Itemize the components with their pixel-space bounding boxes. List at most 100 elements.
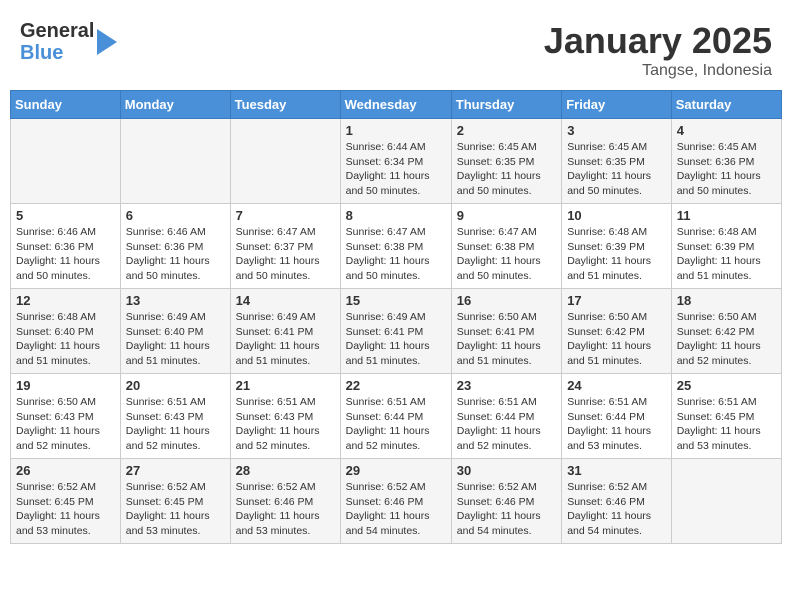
day-number: 27 xyxy=(126,463,225,478)
day-info: Sunrise: 6:47 AMSunset: 6:38 PMDaylight:… xyxy=(346,225,446,284)
day-number: 7 xyxy=(236,208,335,223)
calendar-day-cell: 15 Sunrise: 6:49 AMSunset: 6:41 PMDayligh… xyxy=(340,289,451,374)
day-of-week-header: Sunday xyxy=(11,91,121,119)
location-title: Tangse, Indonesia xyxy=(544,62,772,80)
day-info: Sunrise: 6:52 AMSunset: 6:45 PMDaylight:… xyxy=(126,480,225,539)
calendar-day-cell: 23 Sunrise: 6:51 AMSunset: 6:44 PMDayligh… xyxy=(451,374,561,459)
day-number: 1 xyxy=(346,123,446,138)
calendar-day-cell: 16Sunrise: 6:50 AMSunset: 6:41 PMDayligh… xyxy=(451,289,561,374)
calendar-header-row: SundayMondayTuesdayWednesdayThursdayFrid… xyxy=(11,91,782,119)
day-info: Sunrise: 6:51 AMSunset: 6:44 PMDaylight:… xyxy=(457,395,556,454)
day-number: 23 xyxy=(457,378,556,393)
day-number: 29 xyxy=(346,463,446,478)
day-number: 5 xyxy=(16,208,115,223)
day-info: Sunrise: 6:44 AMSunset: 6:34 PMDaylight:… xyxy=(346,140,446,199)
day-info: Sunrise: 6:49 AMSunset: 6:41 PMDaylight:… xyxy=(346,310,446,369)
day-info: Sunrise: 6:50 AMSunset: 6:41 PMDaylight:… xyxy=(457,310,556,369)
logo-arrow-icon xyxy=(97,29,117,55)
calendar-day-cell: 28Sunrise: 6:52 AMSunset: 6:46 PMDayligh… xyxy=(230,459,340,544)
calendar-day-cell: 6Sunrise: 6:46 AMSunset: 6:36 PMDaylight… xyxy=(120,204,230,289)
day-info: Sunrise: 6:48 AMSunset: 6:39 PMDaylight:… xyxy=(677,225,776,284)
day-info: Sunrise: 6:45 AMSunset: 6:35 PMDaylight:… xyxy=(457,140,556,199)
calendar-day-cell: 22Sunrise: 6:51 AMSunset: 6:44 PMDayligh… xyxy=(340,374,451,459)
day-number: 28 xyxy=(236,463,335,478)
month-title: January 2025 xyxy=(544,20,772,62)
day-info: Sunrise: 6:52 AMSunset: 6:45 PMDaylight:… xyxy=(16,480,115,539)
logo-blue: Blue xyxy=(20,42,94,64)
day-number: 31 xyxy=(567,463,666,478)
day-number: 12 xyxy=(16,293,115,308)
calendar-week-row: 26 Sunrise: 6:52 AMSunset: 6:45 PMDayligh… xyxy=(11,459,782,544)
day-number: 14 xyxy=(236,293,335,308)
day-info: Sunrise: 6:48 AMSunset: 6:40 PMDaylight:… xyxy=(16,310,115,369)
calendar-week-row: 19 Sunrise: 6:50 AMSunset: 6:43 PMDayligh… xyxy=(11,374,782,459)
calendar-day-cell xyxy=(120,119,230,204)
page-header: General Blue January 2025 Tangse, Indone… xyxy=(10,10,782,85)
day-of-week-header: Saturday xyxy=(671,91,781,119)
calendar-day-cell: 14 Sunrise: 6:49 AMSunset: 6:41 PMDayligh… xyxy=(230,289,340,374)
calendar-day-cell: 17Sunrise: 6:50 AMSunset: 6:42 PMDayligh… xyxy=(562,289,672,374)
calendar-day-cell: 25Sunrise: 6:51 AMSunset: 6:45 PMDayligh… xyxy=(671,374,781,459)
day-number: 10 xyxy=(567,208,666,223)
day-number: 15 xyxy=(346,293,446,308)
calendar-day-cell: 30Sunrise: 6:52 AMSunset: 6:46 PMDayligh… xyxy=(451,459,561,544)
calendar-table: SundayMondayTuesdayWednesdayThursdayFrid… xyxy=(10,90,782,544)
day-info: Sunrise: 6:50 AMSunset: 6:43 PMDaylight:… xyxy=(16,395,115,454)
calendar-day-cell: 24Sunrise: 6:51 AMSunset: 6:44 PMDayligh… xyxy=(562,374,672,459)
day-number: 11 xyxy=(677,208,776,223)
day-info: Sunrise: 6:52 AMSunset: 6:46 PMDaylight:… xyxy=(567,480,666,539)
day-number: 3 xyxy=(567,123,666,138)
day-number: 26 xyxy=(16,463,115,478)
logo-general: General xyxy=(20,20,94,42)
day-number: 19 xyxy=(16,378,115,393)
day-info: Sunrise: 6:46 AMSunset: 6:36 PMDaylight:… xyxy=(126,225,225,284)
day-info: Sunrise: 6:50 AMSunset: 6:42 PMDaylight:… xyxy=(677,310,776,369)
calendar-day-cell: 27 Sunrise: 6:52 AMSunset: 6:45 PMDayligh… xyxy=(120,459,230,544)
day-info: Sunrise: 6:47 AMSunset: 6:37 PMDaylight:… xyxy=(236,225,335,284)
day-number: 8 xyxy=(346,208,446,223)
calendar-day-cell: 26 Sunrise: 6:52 AMSunset: 6:45 PMDayligh… xyxy=(11,459,121,544)
day-of-week-header: Friday xyxy=(562,91,672,119)
day-number: 20 xyxy=(126,378,225,393)
calendar-day-cell: 19 Sunrise: 6:50 AMSunset: 6:43 PMDayligh… xyxy=(11,374,121,459)
day-info: Sunrise: 6:49 AMSunset: 6:41 PMDaylight:… xyxy=(236,310,335,369)
calendar-day-cell: 29 Sunrise: 6:52 AMSunset: 6:46 PMDayligh… xyxy=(340,459,451,544)
day-number: 13 xyxy=(126,293,225,308)
day-info: Sunrise: 6:48 AMSunset: 6:39 PMDaylight:… xyxy=(567,225,666,284)
calendar-week-row: 5 Sunrise: 6:46 AMSunset: 6:36 PMDaylight… xyxy=(11,204,782,289)
day-info: Sunrise: 6:52 AMSunset: 6:46 PMDaylight:… xyxy=(346,480,446,539)
calendar-day-cell: 4 Sunrise: 6:45 AMSunset: 6:36 PMDaylight… xyxy=(671,119,781,204)
day-number: 30 xyxy=(457,463,556,478)
day-number: 25 xyxy=(677,378,776,393)
day-info: Sunrise: 6:45 AMSunset: 6:35 PMDaylight:… xyxy=(567,140,666,199)
day-info: Sunrise: 6:51 AMSunset: 6:43 PMDaylight:… xyxy=(236,395,335,454)
calendar-day-cell: 13 Sunrise: 6:49 AMSunset: 6:40 PMDayligh… xyxy=(120,289,230,374)
day-of-week-header: Tuesday xyxy=(230,91,340,119)
logo: General Blue xyxy=(20,20,117,64)
calendar-day-cell: 2 Sunrise: 6:45 AMSunset: 6:35 PMDaylight… xyxy=(451,119,561,204)
day-info: Sunrise: 6:51 AMSunset: 6:44 PMDaylight:… xyxy=(567,395,666,454)
day-number: 4 xyxy=(677,123,776,138)
calendar-day-cell: 11 Sunrise: 6:48 AMSunset: 6:39 PMDayligh… xyxy=(671,204,781,289)
calendar-day-cell xyxy=(230,119,340,204)
title-area: January 2025 Tangse, Indonesia xyxy=(544,20,772,80)
day-info: Sunrise: 6:49 AMSunset: 6:40 PMDaylight:… xyxy=(126,310,225,369)
calendar-day-cell: 31 Sunrise: 6:52 AMSunset: 6:46 PMDayligh… xyxy=(562,459,672,544)
calendar-week-row: 12 Sunrise: 6:48 AMSunset: 6:40 PMDayligh… xyxy=(11,289,782,374)
calendar-day-cell: 12 Sunrise: 6:48 AMSunset: 6:40 PMDayligh… xyxy=(11,289,121,374)
day-number: 17 xyxy=(567,293,666,308)
calendar-day-cell: 10 Sunrise: 6:48 AMSunset: 6:39 PMDayligh… xyxy=(562,204,672,289)
calendar-day-cell: 1 Sunrise: 6:44 AMSunset: 6:34 PMDaylight… xyxy=(340,119,451,204)
calendar-day-cell: 7 Sunrise: 6:47 AMSunset: 6:37 PMDaylight… xyxy=(230,204,340,289)
day-info: Sunrise: 6:51 AMSunset: 6:44 PMDaylight:… xyxy=(346,395,446,454)
day-info: Sunrise: 6:46 AMSunset: 6:36 PMDaylight:… xyxy=(16,225,115,284)
day-info: Sunrise: 6:45 AMSunset: 6:36 PMDaylight:… xyxy=(677,140,776,199)
day-info: Sunrise: 6:51 AMSunset: 6:43 PMDaylight:… xyxy=(126,395,225,454)
day-number: 21 xyxy=(236,378,335,393)
calendar-day-cell: 3 Sunrise: 6:45 AMSunset: 6:35 PMDaylight… xyxy=(562,119,672,204)
calendar-day-cell: 8 Sunrise: 6:47 AMSunset: 6:38 PMDaylight… xyxy=(340,204,451,289)
calendar-day-cell xyxy=(11,119,121,204)
day-number: 2 xyxy=(457,123,556,138)
day-info: Sunrise: 6:47 AMSunset: 6:38 PMDaylight:… xyxy=(457,225,556,284)
calendar-day-cell: 9Sunrise: 6:47 AMSunset: 6:38 PMDaylight… xyxy=(451,204,561,289)
